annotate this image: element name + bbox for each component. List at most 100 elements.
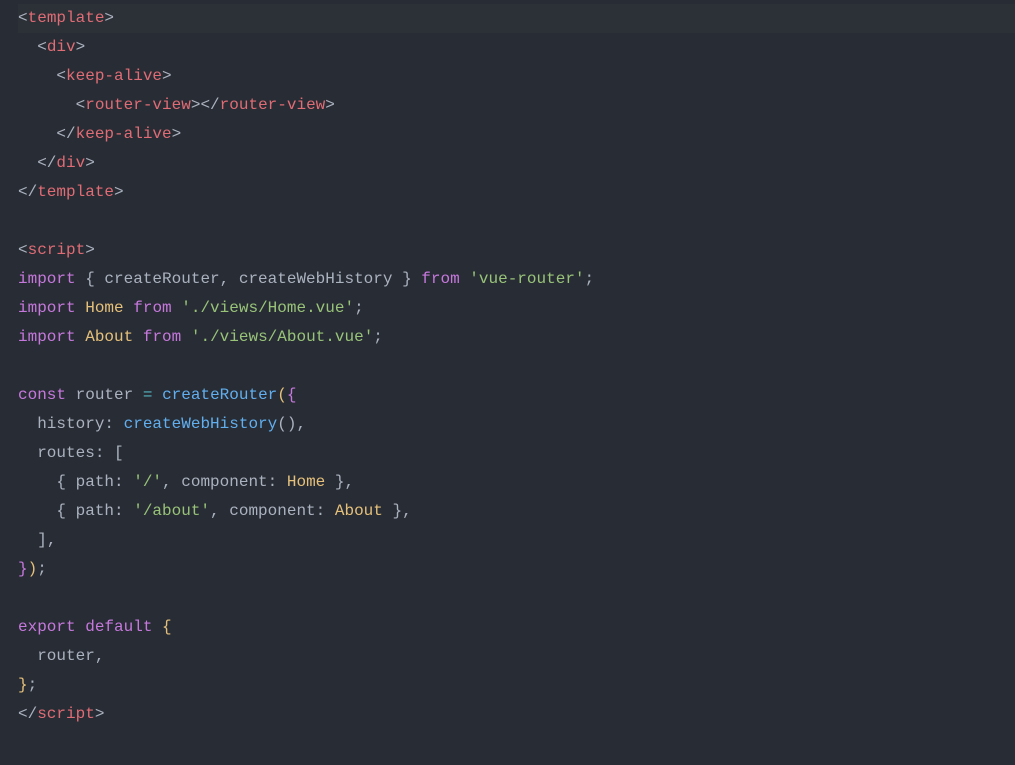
angle-bracket: > — [191, 96, 201, 114]
brace: { — [56, 502, 75, 520]
colon: : — [268, 473, 287, 491]
keyword-from: from — [133, 299, 171, 317]
comma: , — [210, 502, 229, 520]
tag-name: keep-alive — [76, 125, 172, 143]
angle-bracket: > — [325, 96, 335, 114]
code-line: export default { — [18, 613, 1015, 642]
code-editor[interactable]: <template> <div> <keep-alive> <router-vi… — [0, 0, 1015, 739]
bracket: ] — [37, 531, 47, 549]
tag-name: template — [37, 183, 114, 201]
keyword-export: export — [18, 618, 76, 636]
keyword-default: default — [85, 618, 152, 636]
semicolon: ; — [354, 299, 364, 317]
angle-bracket: < — [37, 38, 47, 56]
brace: } — [383, 502, 402, 520]
space — [133, 328, 143, 346]
angle-bracket: < — [18, 9, 28, 27]
code-line: const router = createRouter({ — [18, 381, 1015, 410]
code-line-empty — [18, 352, 1015, 381]
code-line: ], — [18, 526, 1015, 555]
class-name: About — [335, 502, 383, 520]
tag-name: div — [47, 38, 76, 56]
colon: : — [316, 502, 335, 520]
colon: : — [114, 502, 133, 520]
keyword-import: import — [18, 299, 76, 317]
angle-bracket: > — [85, 154, 95, 172]
angle-bracket: </ — [200, 96, 219, 114]
comma: , — [220, 270, 239, 288]
function-call: createRouter — [162, 386, 277, 404]
code-line: import { createRouter, createWebHistory … — [18, 265, 1015, 294]
semicolon: ; — [373, 328, 383, 346]
code-line: </div> — [18, 149, 1015, 178]
identifier: createWebHistory — [239, 270, 393, 288]
colon: : — [95, 444, 114, 462]
tag-name: script — [37, 705, 95, 723]
tag-name: div — [56, 154, 85, 172]
angle-bracket: </ — [37, 154, 56, 172]
comma: , — [344, 473, 354, 491]
indent — [18, 647, 37, 665]
space — [172, 299, 182, 317]
keyword-const: const — [18, 386, 66, 404]
space — [460, 270, 470, 288]
angle-bracket: > — [104, 9, 114, 27]
code-line: <keep-alive> — [18, 62, 1015, 91]
angle-bracket: </ — [18, 705, 37, 723]
angle-bracket: > — [114, 183, 124, 201]
comma: , — [296, 415, 306, 433]
bracket: [ — [114, 444, 124, 462]
space — [181, 328, 191, 346]
brace: { — [85, 270, 104, 288]
space — [152, 386, 162, 404]
identifier: router — [37, 647, 95, 665]
space — [133, 386, 143, 404]
indent — [18, 125, 56, 143]
code-line-empty — [18, 584, 1015, 613]
colon: : — [104, 415, 123, 433]
code-line: routes: [ — [18, 439, 1015, 468]
indent — [18, 415, 37, 433]
angle-bracket: > — [162, 67, 172, 85]
indent — [18, 38, 37, 56]
semicolon: ; — [28, 676, 38, 694]
space — [412, 270, 422, 288]
angle-bracket: </ — [56, 125, 75, 143]
brace: { — [287, 386, 297, 404]
tag-name: template — [28, 9, 105, 27]
tag-name: keep-alive — [66, 67, 162, 85]
object-key: routes — [37, 444, 95, 462]
object-key: component — [181, 473, 267, 491]
colon: : — [114, 473, 133, 491]
tag-name: router-view — [85, 96, 191, 114]
indent — [18, 154, 37, 172]
object-key: history — [37, 415, 104, 433]
code-line: </keep-alive> — [18, 120, 1015, 149]
space — [76, 270, 86, 288]
code-line: <template> — [18, 4, 1015, 33]
code-line: { path: '/about', component: About }, — [18, 497, 1015, 526]
indent — [18, 444, 37, 462]
angle-bracket: < — [18, 241, 28, 259]
space — [76, 299, 86, 317]
paren: () — [277, 415, 296, 433]
object-key: path — [76, 473, 114, 491]
comma: , — [47, 531, 57, 549]
string: '/about' — [133, 502, 210, 520]
tag-name: router-view — [220, 96, 326, 114]
keyword-import: import — [18, 270, 76, 288]
brace: } — [392, 270, 411, 288]
class-name: Home — [287, 473, 325, 491]
string: '/' — [133, 473, 162, 491]
code-line-empty — [18, 207, 1015, 236]
code-line: </template> — [18, 178, 1015, 207]
indent — [18, 96, 76, 114]
comma: , — [162, 473, 181, 491]
class-name: Home — [85, 299, 123, 317]
keyword-from: from — [143, 328, 181, 346]
indent — [18, 531, 37, 549]
angle-bracket: > — [172, 125, 182, 143]
space — [66, 386, 76, 404]
identifier: router — [76, 386, 134, 404]
brace: } — [18, 676, 28, 694]
